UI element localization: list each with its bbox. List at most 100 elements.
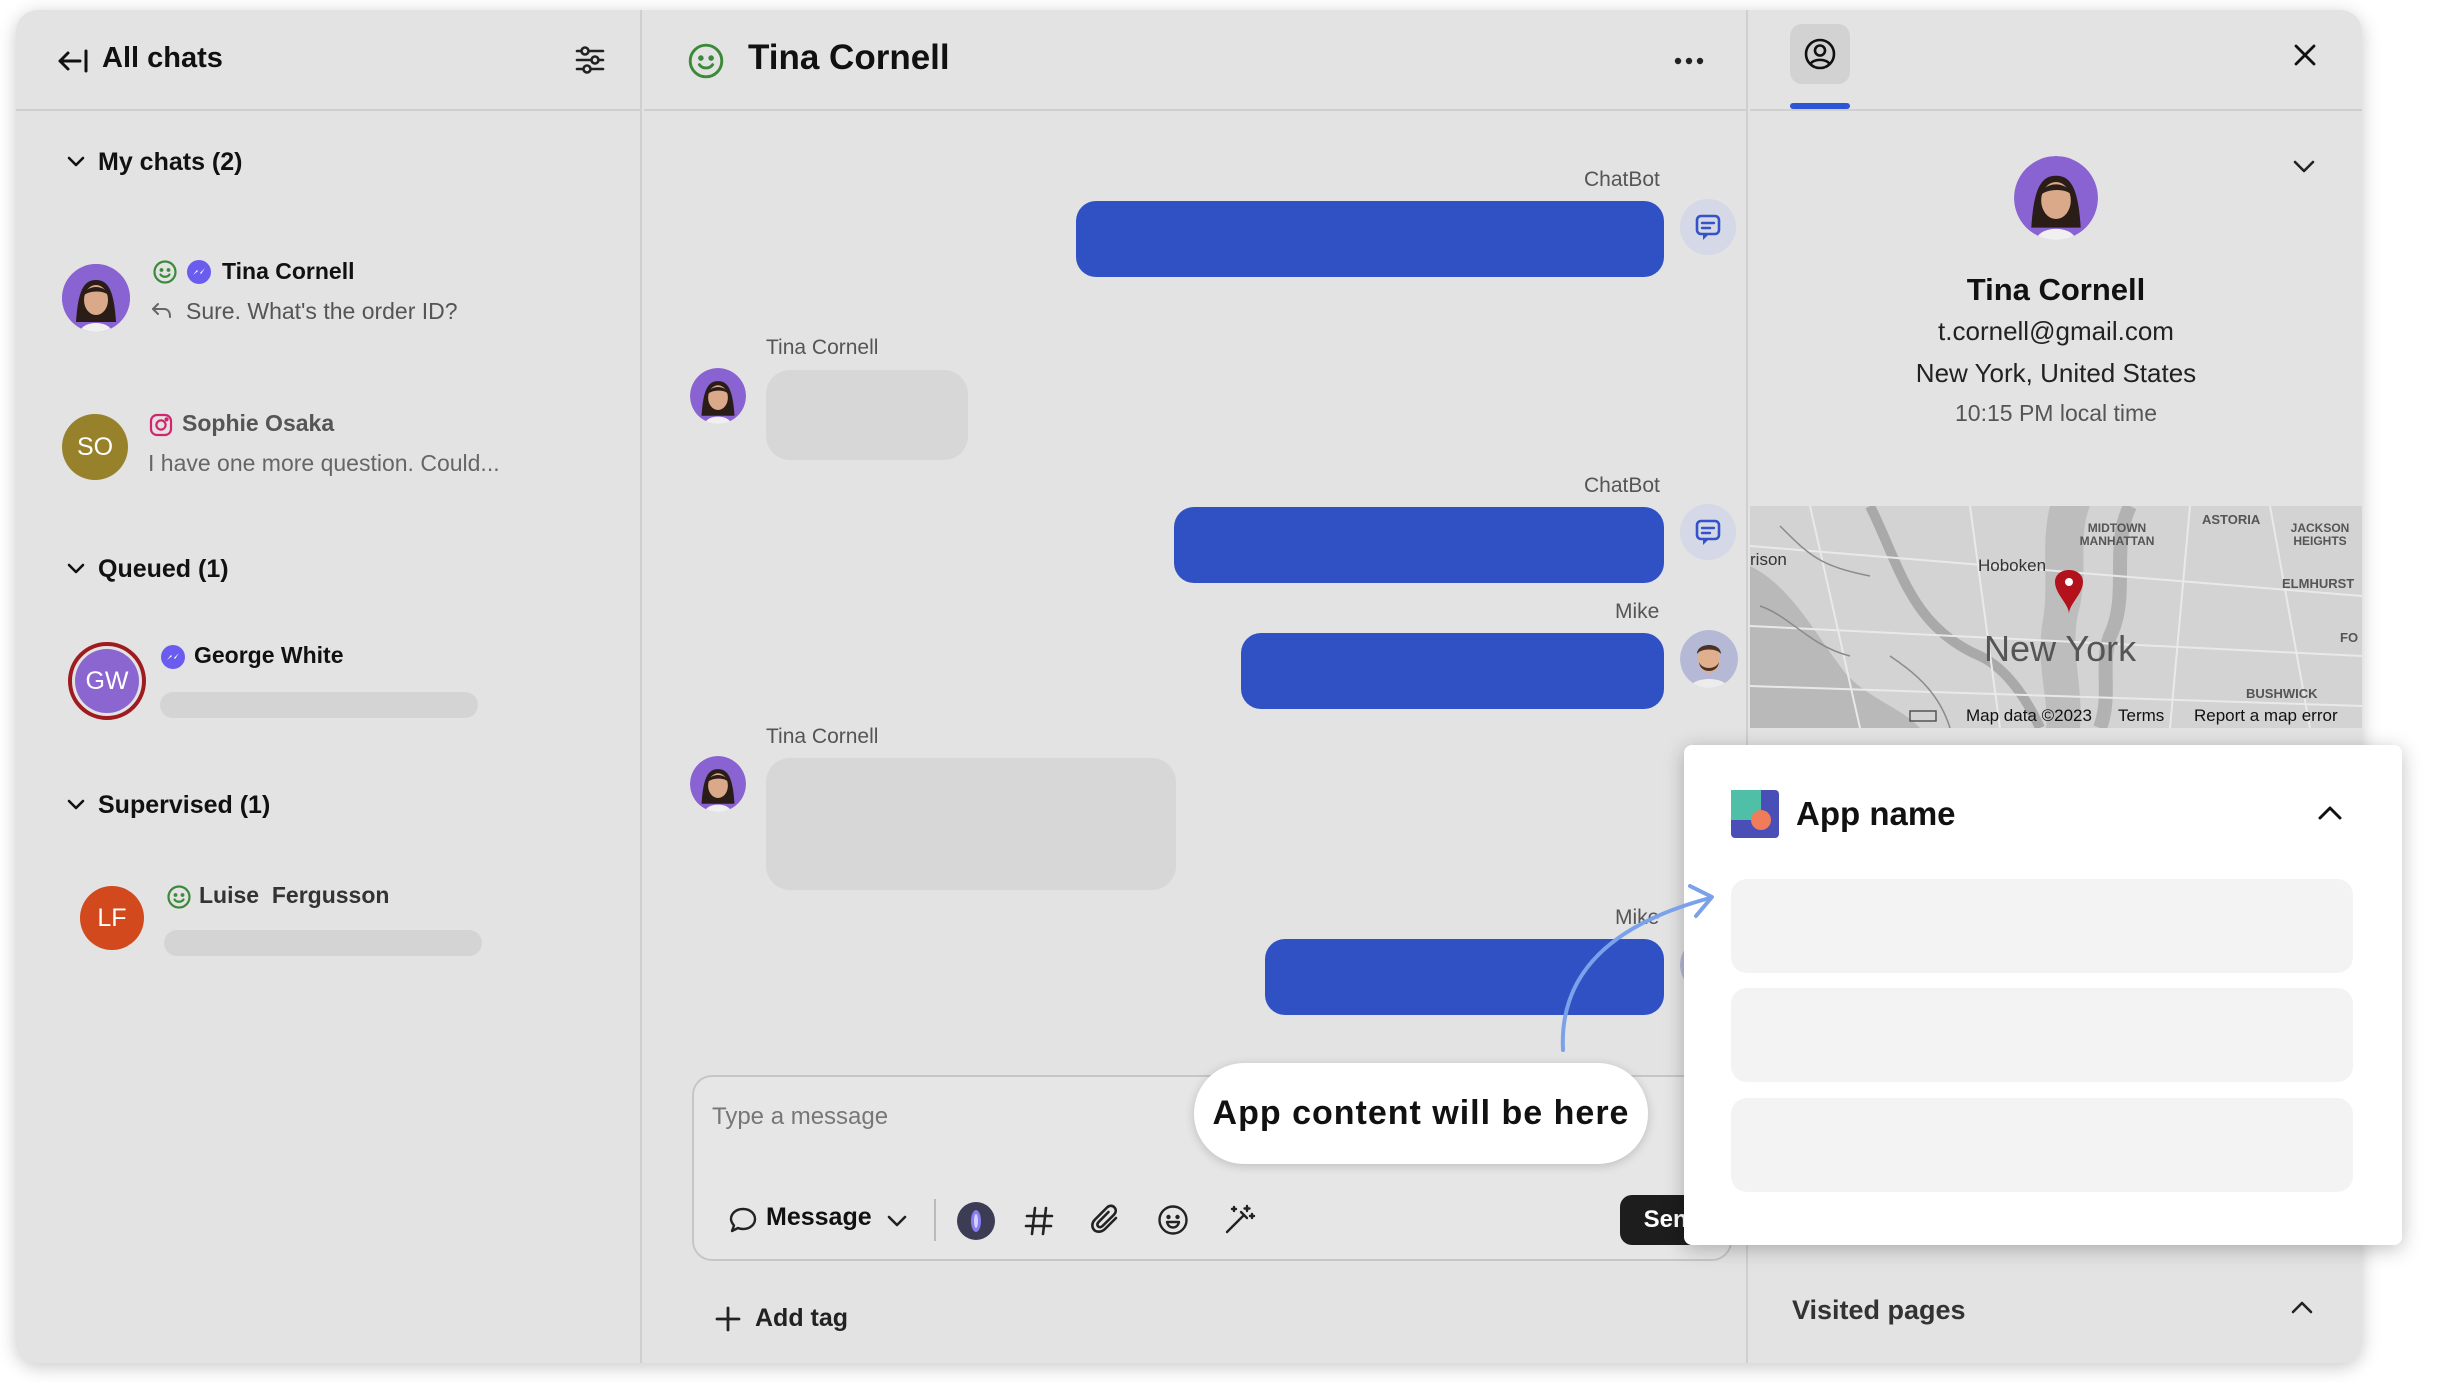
user-circle-icon — [1803, 37, 1837, 71]
customer-email: t.cornell@gmail.com — [1938, 316, 2174, 346]
map-city-label: New York — [1984, 628, 2137, 669]
avatar: GW — [75, 649, 139, 713]
callout-label: App content will be here — [1194, 1063, 1648, 1164]
customer-local-time: 10:15 PM local time — [1955, 400, 2157, 426]
app-logo-icon — [1731, 790, 1779, 838]
avatar-ring: GW — [68, 642, 146, 720]
customer-avatar — [2014, 156, 2098, 240]
add-tag-button[interactable]: Add tag — [755, 1304, 848, 1333]
attachment-icon[interactable] — [1090, 1203, 1122, 1237]
chatbot-message-bubble — [1174, 507, 1664, 583]
plus-icon[interactable] — [714, 1305, 742, 1333]
chat-item-luise[interactable]: LF Luise Fergusson — [16, 860, 642, 980]
chevron-up-icon[interactable] — [2290, 1298, 2314, 1318]
chat-item-name: Sophie Osaka — [182, 410, 335, 436]
hashtag-icon[interactable] — [1024, 1205, 1054, 1237]
app-content-placeholder — [1731, 879, 2353, 973]
avatar: LF — [80, 886, 144, 950]
map-label: BUSHWICK — [2246, 686, 2318, 701]
chevron-down-icon[interactable] — [886, 1211, 908, 1231]
avatar — [62, 264, 130, 332]
conversation-title: Tina Cornell — [748, 38, 950, 77]
location-map[interactable]: ASTORIA MIDTOWN MANHATTAN JACKSON HEIGHT… — [1750, 506, 2362, 728]
queued-section-title[interactable]: Queued (1) — [98, 555, 229, 584]
map-report-link[interactable]: Report a map error — [2194, 706, 2338, 726]
chevron-down-icon[interactable] — [2292, 156, 2316, 176]
avatar: SO — [62, 414, 128, 480]
avatar — [1680, 630, 1738, 688]
message-sender: Tina Cornell — [766, 725, 879, 748]
chevron-down-icon[interactable] — [66, 152, 86, 172]
preview-placeholder — [160, 692, 478, 718]
app-content-placeholder — [1731, 1098, 2353, 1192]
active-tab-indicator — [1790, 103, 1850, 109]
chevron-down-icon[interactable] — [66, 559, 86, 579]
map-label: Hoboken — [1978, 556, 2047, 575]
chat-item-sophie[interactable]: SO Sophie Osaka I have one more question… — [16, 384, 642, 504]
more-options-icon[interactable] — [1674, 56, 1704, 66]
agent-message-bubble — [1241, 633, 1664, 709]
chat-list-header: All chats — [16, 10, 640, 111]
smiley-status-icon — [152, 259, 178, 285]
message-sender: ChatBot — [1584, 474, 1660, 497]
chat-item-preview: I have one more question. Could... — [148, 450, 500, 476]
customer-location: New York, United States — [1915, 358, 2197, 388]
message-sender: Mike — [1615, 600, 1660, 623]
customer-message-bubble — [766, 758, 1176, 890]
map-label: ELMHURST — [2282, 576, 2355, 591]
message-input[interactable]: Type a message — [712, 1103, 888, 1131]
close-icon[interactable] — [2292, 42, 2318, 68]
app-widget-card: App name — [1684, 745, 2402, 1245]
ai-assistant-icon[interactable] — [956, 1201, 996, 1241]
supervised-section-title[interactable]: Supervised (1) — [98, 791, 270, 820]
smiley-status-icon — [687, 42, 725, 80]
chat-item-george[interactable]: GW George White — [16, 620, 642, 740]
chatbot-icon — [1680, 199, 1736, 255]
app-content-placeholder — [1731, 988, 2353, 1082]
customer-message-bubble — [766, 370, 968, 460]
chatbot-message-bubble — [1076, 201, 1664, 277]
chat-list-panel: All chats My chats (2) Tina Cornell Sure… — [16, 10, 642, 1363]
preview-placeholder — [164, 930, 482, 956]
message-sender: ChatBot — [1584, 168, 1660, 191]
emoji-icon[interactable] — [1156, 1203, 1190, 1237]
tab-customer-details[interactable] — [1790, 24, 1850, 84]
all-chats-title: All chats — [102, 42, 223, 74]
chat-bubble-icon — [728, 1205, 758, 1235]
message-mode-select[interactable]: Message — [766, 1203, 872, 1232]
smiley-status-icon — [166, 884, 192, 910]
chatbot-icon — [1680, 504, 1736, 560]
messenger-icon — [186, 259, 212, 285]
messenger-icon — [160, 644, 186, 670]
map-label: MIDTOWN MANHATTAN — [2079, 521, 2155, 548]
details-header — [1750, 10, 2362, 111]
message-sender: Tina Cornell — [766, 336, 879, 359]
map-attribution: Map data ©2023 — [1966, 706, 2092, 725]
chat-item-preview: Sure. What's the order ID? — [186, 298, 458, 324]
map-label: FO — [2340, 630, 2359, 645]
avatar — [690, 368, 746, 424]
chat-item-name: George White — [194, 642, 344, 668]
callout-arrow-icon — [1560, 884, 1714, 1052]
avatar — [690, 756, 746, 812]
map-label: rison — [1750, 550, 1787, 569]
chevron-down-icon[interactable] — [66, 795, 86, 815]
instagram-icon — [148, 412, 174, 438]
back-arrow-icon[interactable] — [56, 46, 90, 76]
filter-icon[interactable] — [574, 44, 606, 76]
chevron-up-icon[interactable] — [2316, 803, 2344, 823]
conversation-header: Tina Cornell — [644, 10, 1746, 111]
divider — [934, 1199, 936, 1241]
map-label: ASTORIA — [2202, 512, 2261, 527]
map-label: JACKSON HEIGHTS — [2290, 521, 2350, 548]
map-terms-link[interactable]: Terms — [2118, 706, 2164, 726]
chat-item-name: Luise Fergusson — [199, 882, 390, 908]
chat-item-tina[interactable]: Tina Cornell Sure. What's the order ID? — [16, 230, 642, 350]
reply-icon — [150, 300, 174, 322]
app-name-title: App name — [1796, 795, 1956, 832]
customer-name: Tina Cornell — [1966, 272, 2146, 307]
my-chats-section-title[interactable]: My chats (2) — [98, 148, 242, 177]
chat-item-name: Tina Cornell — [222, 258, 355, 284]
magic-wand-icon[interactable] — [1222, 1203, 1256, 1237]
visited-pages-title[interactable]: Visited pages — [1792, 1295, 1966, 1326]
